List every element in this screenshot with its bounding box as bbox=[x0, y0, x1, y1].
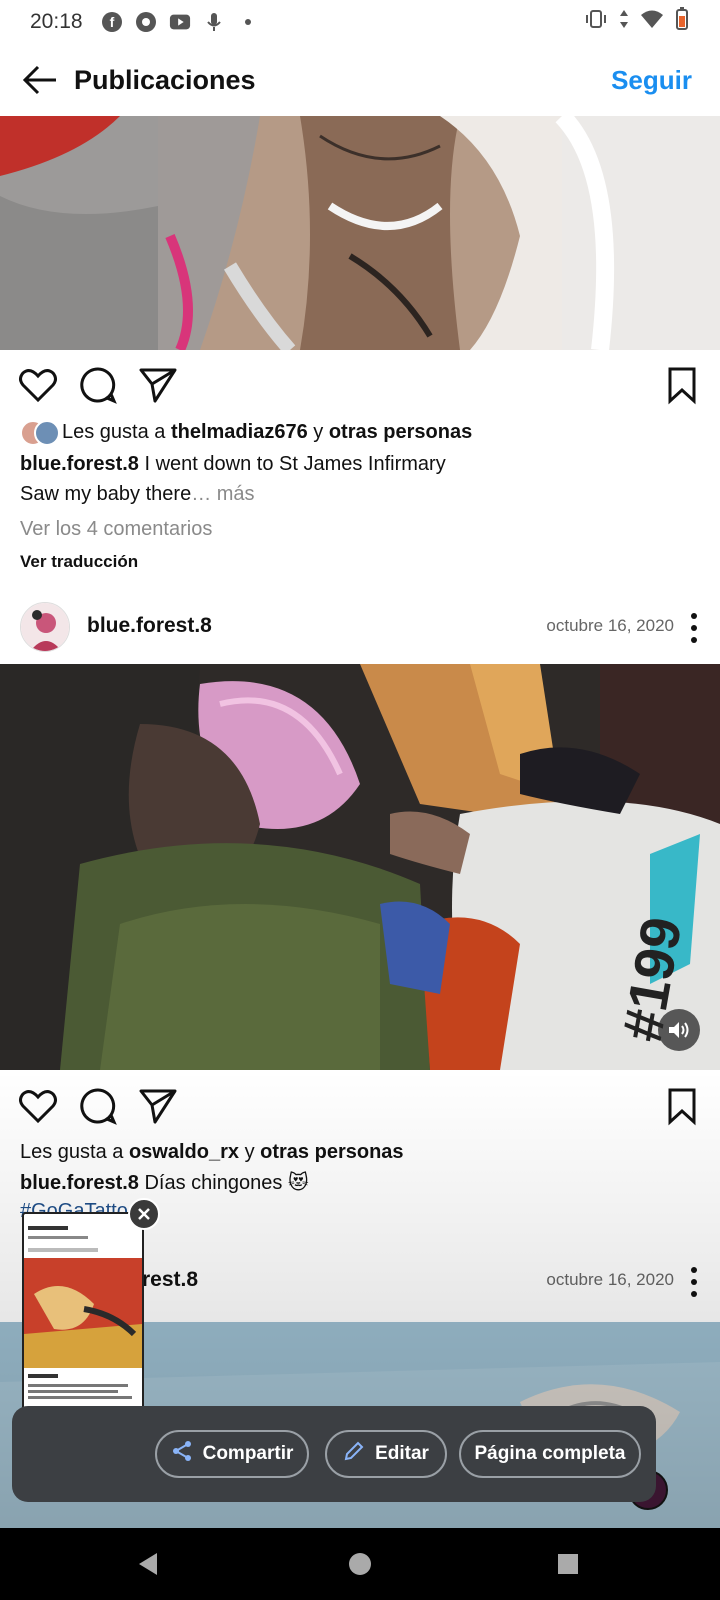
caption-text: Saw my baby there bbox=[20, 483, 192, 505]
back-arrow-icon[interactable] bbox=[10, 50, 70, 110]
wifi-icon bbox=[640, 8, 664, 36]
share-button[interactable]: Compartir bbox=[155, 1430, 309, 1478]
caption-line: blue.forest.8 I went down to St James In… bbox=[20, 453, 446, 476]
more-options-icon[interactable] bbox=[682, 608, 706, 648]
status-bar: 20:18 f bbox=[0, 0, 720, 44]
liker-username[interactable]: thelmadiaz676 bbox=[171, 421, 308, 443]
see-translation-link[interactable]: Ver traducción bbox=[20, 552, 138, 572]
like-heart-icon[interactable] bbox=[18, 365, 58, 405]
share-send-icon[interactable] bbox=[138, 365, 178, 405]
caption-text: I went down to St James Infirmary bbox=[138, 453, 446, 475]
likes-others[interactable]: otras personas bbox=[329, 421, 472, 443]
likes-line[interactable]: Les gusta a thelmadiaz676 y otras person… bbox=[62, 421, 472, 444]
close-icon[interactable] bbox=[128, 1198, 160, 1230]
bookmark-icon[interactable] bbox=[662, 365, 702, 405]
system-navigation-bar bbox=[0, 1528, 720, 1600]
caption-line: blue.forest.8 Días chingones 😻 bbox=[20, 1170, 309, 1195]
notification-dot-icon bbox=[237, 11, 259, 33]
caption-more-link[interactable]: … más bbox=[191, 483, 254, 505]
post-username[interactable]: blue.forest.8 bbox=[87, 614, 212, 638]
facebook-icon: f bbox=[101, 11, 123, 33]
caption-username[interactable]: blue.forest.8 bbox=[20, 1172, 139, 1194]
pencil-icon bbox=[343, 1440, 365, 1468]
likes-join: y bbox=[307, 421, 329, 443]
page-title: Publicaciones bbox=[74, 64, 256, 95]
likes-join: y bbox=[239, 1141, 261, 1163]
top-bar: Publicaciones Seguir bbox=[0, 44, 720, 116]
post-username[interactable]: rest.8 bbox=[142, 1268, 198, 1292]
nav-home-icon[interactable] bbox=[338, 1542, 382, 1586]
view-comments-link[interactable]: Ver los 4 comentarios bbox=[20, 518, 212, 541]
post-actions bbox=[0, 1078, 720, 1134]
battery-icon bbox=[674, 7, 690, 37]
post-date: octubre 16, 2020 bbox=[546, 1270, 674, 1289]
full-page-label: Página completa bbox=[474, 1443, 626, 1464]
svg-text:f: f bbox=[109, 14, 114, 30]
avatar[interactable] bbox=[20, 602, 70, 652]
full-page-button[interactable]: Página completa bbox=[459, 1430, 641, 1478]
likes-others[interactable]: otras personas bbox=[260, 1141, 403, 1163]
screenshot-actions-panel: Compartir Editar Página completa bbox=[12, 1406, 656, 1502]
comment-icon[interactable] bbox=[78, 365, 118, 405]
status-time: 20:18 bbox=[30, 10, 83, 33]
nav-back-icon[interactable] bbox=[126, 1542, 170, 1586]
microphone-icon bbox=[203, 11, 225, 33]
likes-prefix: Les gusta a bbox=[62, 421, 171, 443]
post-image[interactable] bbox=[0, 116, 720, 350]
chrome-icon bbox=[135, 11, 157, 33]
avatar bbox=[34, 420, 60, 446]
post-date: octubre 16, 2020 bbox=[546, 616, 674, 635]
data-arrows-icon bbox=[618, 8, 630, 36]
share-send-icon[interactable] bbox=[138, 1086, 178, 1126]
likes-prefix: Les gusta a bbox=[20, 1141, 129, 1163]
post-header: blue.forest.8 octubre 16, 2020 bbox=[0, 596, 720, 660]
comment-icon[interactable] bbox=[78, 1086, 118, 1126]
like-heart-icon[interactable] bbox=[18, 1086, 58, 1126]
liker-username[interactable]: oswaldo_rx bbox=[129, 1141, 239, 1163]
share-icon bbox=[171, 1440, 193, 1468]
bookmark-icon[interactable] bbox=[662, 1086, 702, 1126]
liker-avatars bbox=[20, 420, 64, 446]
likes-line[interactable]: Les gusta a oswaldo_rx y otras personas bbox=[20, 1141, 404, 1164]
edit-label: Editar bbox=[375, 1443, 429, 1464]
caption-text: Días chingones 😻 bbox=[138, 1172, 309, 1194]
caption-line-2: Saw my baby there… más bbox=[20, 483, 255, 506]
caption-username[interactable]: blue.forest.8 bbox=[20, 453, 139, 475]
post-actions bbox=[0, 357, 720, 413]
follow-button[interactable]: Seguir bbox=[611, 65, 692, 96]
share-label: Compartir bbox=[202, 1443, 294, 1464]
post-video[interactable]: #199 bbox=[0, 664, 720, 1070]
nav-recents-icon[interactable] bbox=[546, 1542, 590, 1586]
more-options-icon[interactable] bbox=[682, 1262, 706, 1302]
edit-button[interactable]: Editar bbox=[325, 1430, 447, 1478]
youtube-icon bbox=[169, 11, 191, 33]
vibrate-icon bbox=[584, 8, 608, 36]
volume-icon[interactable] bbox=[658, 1009, 700, 1051]
